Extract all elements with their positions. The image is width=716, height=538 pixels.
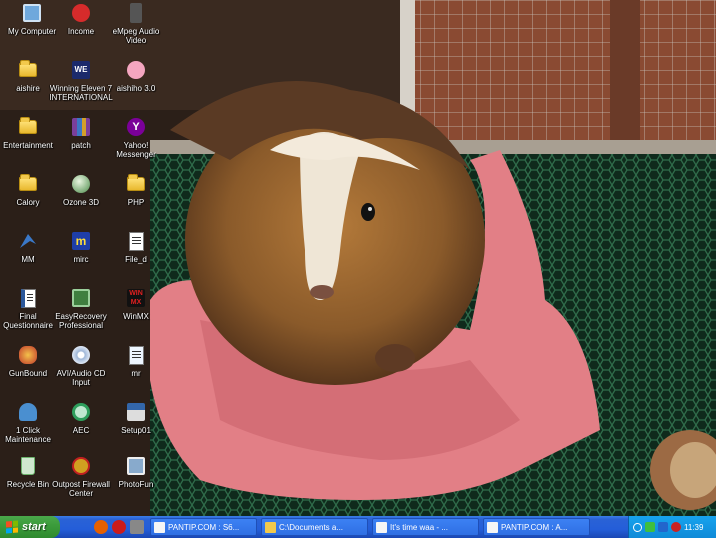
computer-icon [21, 2, 43, 24]
anime-app-icon [125, 59, 147, 81]
winmx-icon: WIN MX [125, 287, 147, 309]
archive-icon [70, 116, 92, 138]
desktop-icon-aishiho[interactable]: aishiho 3.0 [104, 59, 168, 115]
start-button[interactable]: start [0, 516, 60, 538]
document-icon [125, 230, 147, 252]
browser-icon [154, 521, 165, 533]
firewall-icon [70, 455, 92, 477]
media-player-icon [125, 2, 147, 24]
firefox-icon[interactable] [94, 520, 108, 534]
media-icon [17, 230, 39, 252]
desktop-icon-php[interactable]: PHP [104, 173, 168, 229]
game-gunbound-icon [17, 344, 39, 366]
antivirus-icon[interactable] [658, 522, 668, 532]
setup-icon [125, 401, 147, 423]
folder-icon [17, 116, 39, 138]
task-button-pantip-1[interactable]: PANTIP.COM : S6... [150, 518, 257, 536]
clock[interactable]: 11:39 [684, 523, 703, 532]
folder-icon [265, 521, 276, 533]
task-button-pantip-2[interactable]: PANTIP.COM : A... [483, 518, 590, 536]
folder-icon [17, 173, 39, 195]
game-we7-icon: WE [70, 59, 92, 81]
network-icon[interactable] [645, 522, 655, 532]
globe-icon [70, 173, 92, 195]
system-tray: 11:39 [628, 516, 716, 538]
task-buttons: PANTIP.COM : S6... C:\Documents a... It'… [150, 516, 590, 538]
photo-app-icon [125, 455, 147, 477]
media-icon[interactable] [130, 520, 144, 534]
opera-icon[interactable] [112, 520, 126, 534]
shield-icon[interactable] [671, 522, 681, 532]
folder-icon [125, 173, 147, 195]
desktop-icon-yahoo-messenger[interactable]: Y Yahoo! Messenger [104, 116, 168, 172]
browser-icon [376, 521, 387, 533]
windows-logo-icon [6, 520, 18, 534]
desktop-icon-mr[interactable]: mr [104, 344, 168, 400]
desktop-icon-setup01[interactable]: Setup01 [104, 401, 168, 457]
shield-app-icon [70, 2, 92, 24]
maintenance-icon [17, 401, 39, 423]
arrow-left-icon[interactable] [633, 522, 642, 532]
task-button-its-time[interactable]: It's time waa - ... [372, 518, 479, 536]
start-label: start [22, 521, 46, 533]
shortcut-icon [125, 344, 147, 366]
desktop-icon-empeg[interactable]: eMpeg Audio Video [104, 2, 168, 58]
mirc-icon: m [70, 230, 92, 252]
desktop-icon-file-d[interactable]: File_d [104, 230, 168, 286]
desktop-icon-photofun[interactable]: PhotoFun [104, 455, 168, 511]
word-document-icon [17, 287, 39, 309]
yahoo-messenger-icon: Y [125, 116, 147, 138]
folder-icon [17, 59, 39, 81]
cd-icon [70, 344, 92, 366]
browser-icon [487, 521, 498, 533]
recycle-bin-icon [17, 455, 39, 477]
taskbar: start PANTIP.COM : S6... C:\Documents a.… [0, 516, 716, 538]
task-button-documents[interactable]: C:\Documents a... [261, 518, 368, 536]
sync-icon [70, 401, 92, 423]
desktop-icon-winmx[interactable]: WIN MX WinMX [104, 287, 168, 343]
recovery-icon [70, 287, 92, 309]
quick-launch-bar [60, 516, 150, 538]
